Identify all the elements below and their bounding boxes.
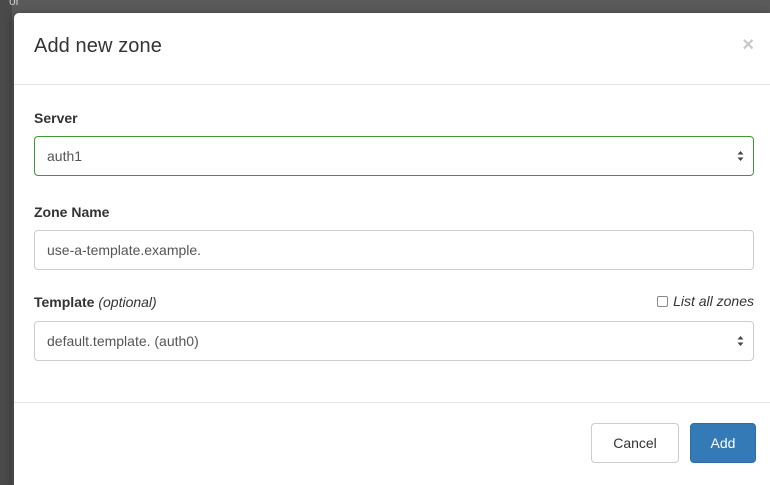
zone-name-label: Zone Name: [34, 204, 110, 220]
template-label: Template (optional): [34, 294, 157, 310]
zone-name-field[interactable]: [34, 230, 754, 270]
template-select-value: default.template. (auth0): [47, 333, 199, 349]
template-label-text: Template: [34, 294, 95, 310]
server-label: Server: [34, 110, 78, 126]
close-icon[interactable]: ×: [742, 35, 754, 55]
modal-footer: Cancel Add: [14, 403, 770, 485]
server-select[interactable]: auth1: [34, 136, 754, 176]
backdrop-partial-text: or: [9, 0, 20, 8]
list-all-zones-checkbox[interactable]: List all zones: [657, 293, 754, 309]
checkbox-icon[interactable]: [657, 295, 669, 307]
server-select-value: auth1: [47, 148, 83, 164]
modal-title: Add new zone: [34, 35, 162, 57]
page-backdrop: [0, 0, 12, 485]
zone-name-input[interactable]: [47, 242, 741, 258]
modal-header: Add new zone ×: [14, 13, 770, 85]
template-label-hint: (optional): [98, 294, 157, 310]
template-select[interactable]: default.template. (auth0): [34, 321, 754, 361]
select-arrows-icon: [737, 151, 744, 161]
add-zone-modal: Add new zone × Server auth1 Zone Name Te…: [14, 13, 770, 485]
add-button[interactable]: Add: [690, 423, 756, 463]
modal-body: Server auth1 Zone Name Template (optiona…: [14, 85, 770, 403]
list-all-zones-label: List all zones: [673, 293, 754, 309]
select-arrows-icon: [737, 336, 744, 346]
cancel-button[interactable]: Cancel: [591, 423, 679, 463]
